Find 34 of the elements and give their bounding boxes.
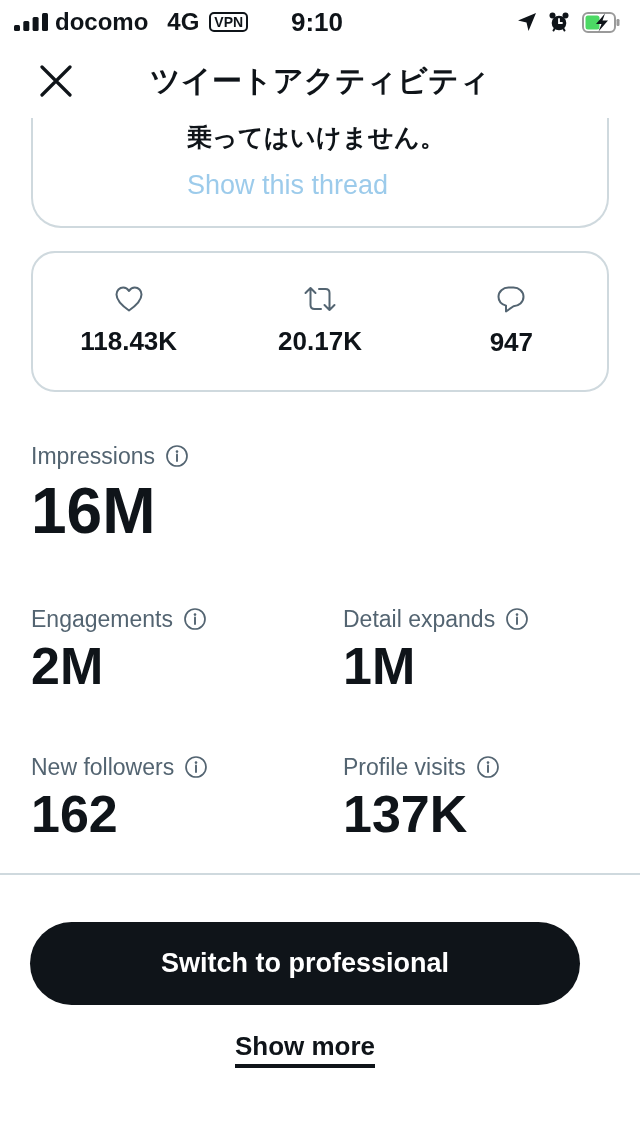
metric-label: Engagements	[31, 605, 173, 634]
metric-value: 1M	[343, 638, 416, 694]
signal-icon	[14, 13, 48, 31]
engagement-count: 118.43K	[80, 326, 178, 356]
engagement-count: 20.17K	[278, 326, 362, 356]
metric-value: 162	[31, 786, 118, 842]
info-icon[interactable]	[506, 608, 529, 630]
metric-label: Impressions	[31, 442, 155, 471]
location-arrow-icon	[518, 13, 536, 31]
metric-label: Detail expands	[343, 605, 496, 634]
tweet-text: 乗ってはいけません。	[187, 122, 445, 153]
metric-value: 2M	[31, 638, 104, 694]
alarm-clock-icon	[549, 12, 569, 32]
info-icon[interactable]	[183, 608, 206, 630]
battery-charging-icon	[582, 11, 620, 33]
metric-value: 137K	[343, 786, 468, 842]
page-title: ツイートアクティビティ	[150, 63, 490, 99]
speech-bubble-icon	[497, 286, 526, 313]
info-icon[interactable]	[166, 445, 188, 467]
engagement-count: 947	[489, 327, 533, 357]
info-icon[interactable]	[476, 756, 499, 778]
status-time: 9:10	[290, 7, 343, 37]
metric-label: Profile visits	[343, 753, 466, 782]
show-more-link[interactable]: Show more	[234, 1030, 376, 1068]
switch-to-professional-button[interactable]: Switch to professional	[30, 922, 580, 1005]
close-icon	[40, 65, 72, 97]
carrier-name: docomo	[55, 8, 149, 36]
network-type: 4G	[167, 8, 200, 36]
info-icon[interactable]	[185, 756, 208, 778]
retweet-icon	[304, 286, 336, 312]
heart-icon	[114, 286, 143, 312]
metric-label: New followers	[31, 753, 175, 782]
vpn-badge: VPN	[209, 12, 249, 32]
metric-value: 16M	[31, 476, 156, 546]
